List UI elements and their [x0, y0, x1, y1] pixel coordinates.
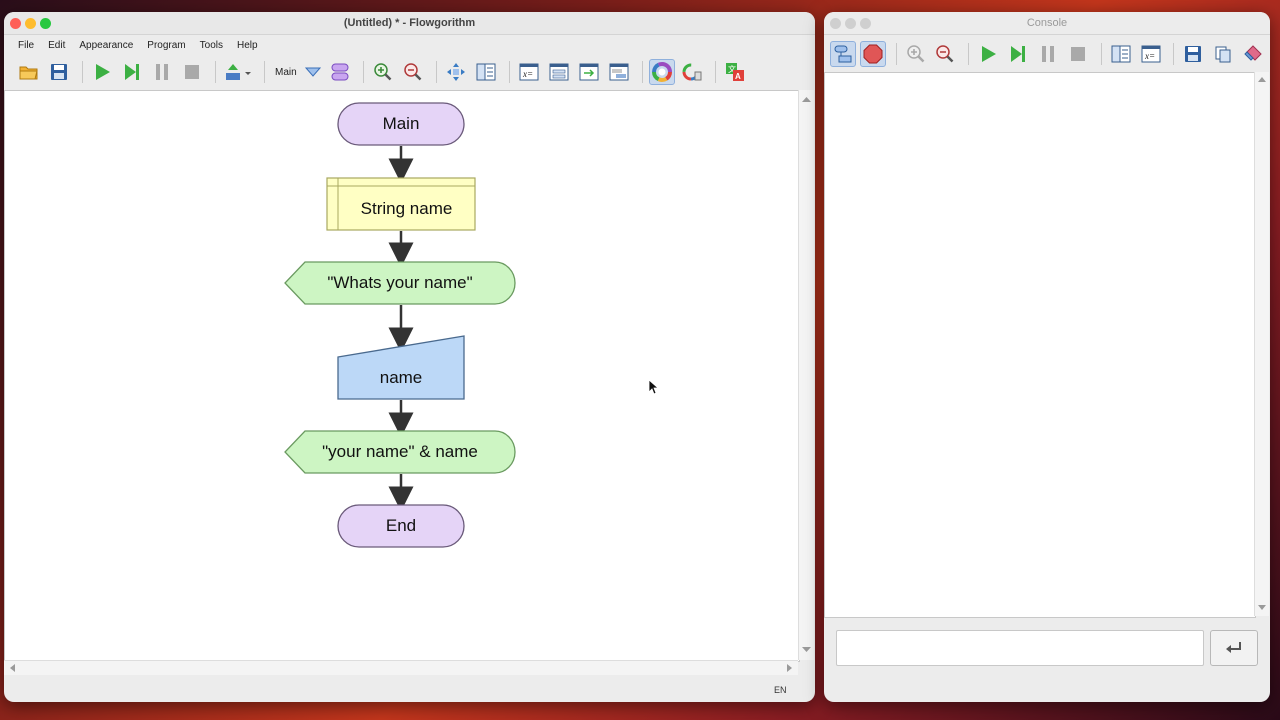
source-code-icon[interactable] — [576, 59, 602, 85]
window-title: (Untitled) * - Flowgorithm — [343, 17, 476, 29]
editor-toolbar: Main x= 文 A — [4, 56, 815, 88]
scroll-down-icon[interactable] — [1255, 602, 1269, 614]
function-selector-label: Main — [275, 66, 297, 78]
close-window-icon[interactable] — [10, 18, 21, 29]
console-save-icon[interactable] — [1180, 41, 1206, 67]
console-step-icon[interactable] — [1005, 41, 1031, 67]
flowgorithm-editor-window: (Untitled) * - Flowgorithm File Edit App… — [4, 12, 815, 702]
menu-help[interactable]: Help — [237, 40, 258, 51]
step-icon[interactable] — [119, 59, 145, 85]
layout-panels-icon[interactable] — [473, 59, 499, 85]
menu-appearance[interactable]: Appearance — [79, 40, 133, 51]
editor-titlebar[interactable]: (Untitled) * - Flowgorithm — [4, 12, 815, 35]
zoom-window-icon[interactable] — [860, 18, 871, 29]
svg-text:x=: x= — [522, 69, 533, 79]
toolbar-separator — [1173, 43, 1175, 65]
breakpoint-stop-icon[interactable] — [859, 41, 886, 67]
toolbar-separator — [641, 61, 643, 83]
output-1-label[interactable]: "Whats your name" — [295, 273, 505, 293]
declare-label[interactable]: String name — [338, 199, 475, 219]
menu-bar: File Edit Appearance Program Tools Help — [4, 34, 815, 56]
toolbar-separator — [1100, 43, 1102, 65]
menu-tools[interactable]: Tools — [200, 40, 223, 51]
flowchart-canvas[interactable]: Main String name "Whats your name" name … — [4, 90, 800, 662]
console-output-area[interactable] — [824, 72, 1256, 618]
toolbar-separator — [895, 43, 897, 65]
menu-edit[interactable]: Edit — [48, 40, 65, 51]
scroll-left-icon[interactable] — [7, 661, 19, 675]
submit-input-button[interactable] — [1210, 630, 1258, 666]
variables-icon[interactable]: x= — [516, 59, 542, 85]
minimize-window-icon[interactable] — [25, 18, 36, 29]
scroll-right-icon[interactable] — [783, 661, 795, 675]
toolbar-separator — [714, 61, 716, 83]
zoom-out-icon[interactable] — [400, 59, 426, 85]
menu-file[interactable]: File — [18, 40, 34, 51]
end-terminal-label[interactable]: End — [338, 516, 464, 536]
close-window-icon[interactable] — [830, 18, 841, 29]
enter-return-icon — [1226, 642, 1241, 653]
zoom-window-icon[interactable] — [40, 18, 51, 29]
minimize-window-icon[interactable] — [845, 18, 856, 29]
canvas-vertical-scrollbar[interactable] — [798, 90, 814, 660]
input-label[interactable]: name — [338, 368, 464, 388]
console-vertical-scrollbar[interactable] — [1254, 72, 1269, 616]
chevron-down-icon — [304, 67, 321, 77]
manage-functions-icon[interactable] — [327, 59, 353, 85]
zoom-in-icon[interactable] — [370, 59, 396, 85]
output-2-label[interactable]: "your name" & name — [295, 442, 505, 462]
console-run-icon[interactable] — [975, 41, 1001, 67]
toolbar-separator — [435, 61, 437, 83]
clear-eraser-icon[interactable] — [1240, 41, 1266, 67]
console-variables-icon[interactable]: x= — [1138, 41, 1164, 67]
copy-icon[interactable] — [1210, 41, 1236, 67]
mouse-cursor-icon — [648, 379, 660, 395]
show-flowchart-icon[interactable] — [830, 41, 856, 67]
chat-view-icon[interactable] — [606, 59, 632, 85]
toolbar-separator — [82, 61, 83, 83]
scroll-up-icon[interactable] — [1255, 74, 1269, 86]
function-selector[interactable]: Main — [271, 66, 321, 78]
console-zoom-out-icon[interactable] — [933, 41, 959, 67]
console-input-value — [837, 641, 843, 655]
color-settings-icon[interactable] — [679, 59, 705, 85]
save-icon[interactable] — [46, 59, 72, 85]
toolbar-separator — [362, 61, 364, 83]
console-title: Console — [1026, 17, 1068, 29]
canvas-horizontal-scrollbar[interactable] — [4, 660, 798, 675]
toolbar-separator — [508, 61, 510, 83]
console-layout-icon[interactable] — [1108, 41, 1134, 67]
console-pause-icon[interactable] — [1035, 41, 1061, 67]
open-folder-icon[interactable] — [16, 59, 42, 85]
pause-icon[interactable] — [149, 59, 175, 85]
stop-icon[interactable] — [179, 59, 205, 85]
flowchart-view-icon[interactable] — [546, 59, 572, 85]
style-wheel-icon[interactable] — [648, 59, 675, 85]
run-icon[interactable] — [89, 59, 115, 85]
console-titlebar[interactable]: Console — [824, 12, 1270, 35]
language-indicator: EN — [774, 685, 787, 695]
console-zoom-in-icon[interactable] — [903, 41, 929, 67]
scroll-up-icon[interactable] — [799, 94, 814, 106]
svg-text:A: A — [735, 72, 741, 81]
svg-text:x=: x= — [1144, 51, 1155, 61]
toolbar-separator — [968, 43, 970, 65]
console-input-field[interactable] — [836, 630, 1204, 666]
toolbar-separator — [215, 61, 216, 83]
translate-icon[interactable]: 文A — [722, 59, 748, 85]
scroll-down-icon[interactable] — [799, 644, 814, 656]
console-window: Console x= — [824, 12, 1270, 702]
console-stop-icon[interactable] — [1065, 41, 1091, 67]
fit-page-icon[interactable] — [443, 59, 469, 85]
toolbar-separator — [264, 61, 265, 83]
speed-icon[interactable] — [222, 59, 254, 85]
menu-program[interactable]: Program — [147, 40, 185, 51]
start-terminal-label[interactable]: Main — [338, 114, 464, 134]
console-toolbar: x= — [824, 38, 1270, 70]
